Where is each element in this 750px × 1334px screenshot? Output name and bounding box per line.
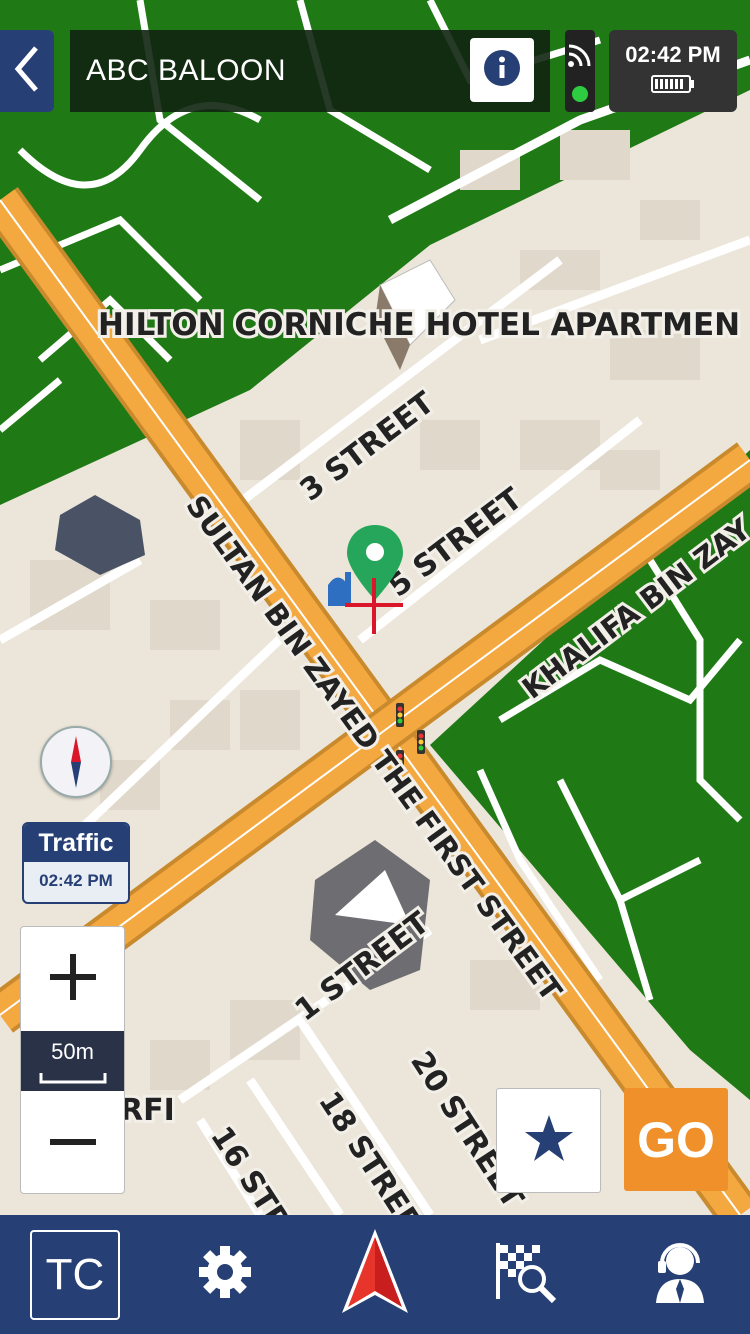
gps-status — [565, 30, 595, 112]
compass-button[interactable] — [40, 726, 112, 798]
star-icon — [523, 1113, 575, 1168]
tc-button[interactable]: TC — [30, 1215, 120, 1334]
bottom-nav: TC — [0, 1215, 750, 1334]
go-button[interactable]: GO — [624, 1088, 728, 1191]
info-icon — [483, 49, 521, 92]
title-bar: ABC BALOON — [70, 30, 550, 112]
destination-title: ABC BALOON — [86, 54, 287, 87]
traffic-time: 02:42 PM — [39, 871, 113, 890]
back-button[interactable] — [0, 30, 54, 112]
route-search-button[interactable] — [490, 1215, 560, 1334]
info-button[interactable] — [470, 38, 534, 102]
gps-indicator-dot — [572, 86, 588, 102]
checkered-flag-search-icon — [492, 1239, 558, 1310]
navigation-arrow-icon — [340, 1227, 410, 1322]
zoom-control: 50m — [20, 926, 125, 1194]
map-scale: 50m — [21, 1031, 124, 1091]
label-partial: RFI — [120, 1093, 175, 1128]
favorite-button[interactable] — [496, 1088, 601, 1193]
label-hotel: HILTON CORNICHE HOTEL APARTMEN — [98, 307, 740, 343]
minus-icon — [48, 1134, 98, 1152]
traffic-button[interactable]: Traffic 02:42 PM — [22, 822, 130, 904]
gear-icon — [195, 1242, 255, 1307]
compass-icon — [42, 736, 110, 800]
traffic-label: Traffic — [24, 824, 128, 862]
support-agent-icon — [652, 1239, 708, 1310]
scale-label: 50m — [51, 1039, 94, 1064]
scale-bar-icon — [21, 1065, 124, 1091]
clock-time: 02:42 PM — [625, 42, 721, 67]
navigate-button[interactable] — [335, 1215, 415, 1334]
status-clock: 02:42 PM — [609, 30, 737, 112]
zoom-out-button[interactable] — [21, 1091, 124, 1195]
settings-button[interactable] — [190, 1215, 260, 1334]
tc-label: TC — [30, 1229, 120, 1320]
support-button[interactable] — [645, 1215, 715, 1334]
chevron-left-icon — [12, 44, 42, 99]
battery-icon — [609, 74, 737, 99]
zoom-in-button[interactable] — [21, 927, 124, 1031]
gps-signal-icon — [567, 42, 593, 73]
plus-icon — [48, 952, 98, 1007]
